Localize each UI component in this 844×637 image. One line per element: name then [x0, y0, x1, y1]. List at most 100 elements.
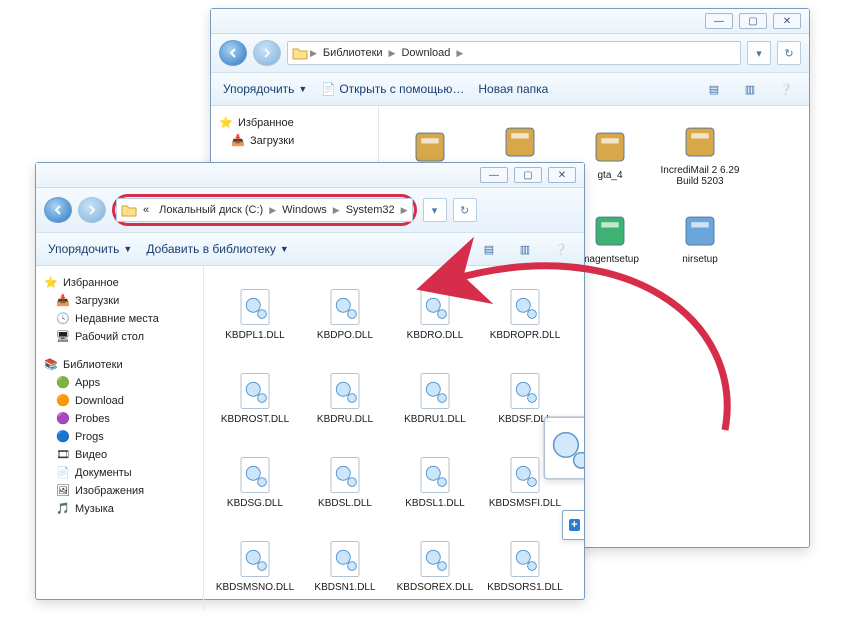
minimize-button[interactable]: — [705, 13, 733, 29]
file-item[interactable]: KBDROPR.DLL [480, 272, 570, 356]
help-icon[interactable]: ❔ [550, 239, 572, 259]
file-label: KBDSL1.DLL [405, 498, 464, 510]
sidebar-item-label: Рабочий стол [75, 331, 144, 343]
sidebar-item-library[interactable]: 🟢Apps [42, 374, 197, 392]
sidebar-item-label: Progs [75, 431, 104, 443]
sidebar-item-downloads[interactable]: 📥Загрузки [42, 292, 197, 310]
sidebar-item-library[interactable]: 🎞Видео [42, 446, 197, 464]
address-bar[interactable]: « Локальный диск (C:) ▶ Windows ▶ System… [116, 198, 413, 222]
sidebar-item-library[interactable]: 🔵Progs [42, 428, 197, 446]
maximize-button[interactable]: ▢ [514, 167, 542, 183]
file-label: KBDSOREX.DLL [397, 582, 474, 594]
file-item[interactable]: KBDSMSFI.DLL [480, 440, 570, 524]
file-item[interactable]: KBDRU.DLL [300, 356, 390, 440]
breadcrumb[interactable]: System32 [342, 204, 399, 216]
library-icon: 📚 [44, 358, 58, 372]
library-item-icon: 🖼 [56, 484, 70, 498]
file-list[interactable]: + Копировать в "System32" KBDPL1.DLLKBDP… [204, 266, 584, 610]
sidebar-item-desktop[interactable]: 🖥 Рабочий стол [42, 328, 197, 346]
address-row: « Локальный диск (C:) ▶ Windows ▶ System… [36, 188, 584, 233]
file-item[interactable]: KBDSG.DLL [210, 440, 300, 524]
close-button[interactable]: ✕ [548, 167, 576, 183]
nav-back-button[interactable] [44, 197, 72, 223]
maximize-button[interactable]: ▢ [739, 13, 767, 29]
organize-menu[interactable]: Упорядочить ▼ [48, 242, 132, 256]
sidebar-favorites[interactable]: ⭐ Избранное [217, 114, 372, 132]
library-item-icon: 🟣 [56, 412, 70, 426]
library-item-icon: 🟢 [56, 376, 70, 390]
sidebar-item-label: Музыка [75, 503, 114, 515]
sidebar-item-library[interactable]: 🎵 Музыка [42, 500, 197, 518]
download-icon: 📥 [56, 294, 70, 308]
file-label: gta_4 [597, 170, 622, 182]
sidebar-libraries[interactable]: 📚 Библиотеки [42, 356, 197, 374]
chevron-right-icon: ▶ [310, 48, 317, 59]
library-item-icon: 🟠 [56, 394, 70, 408]
close-button[interactable]: ✕ [773, 13, 801, 29]
sidebar-item-library[interactable]: 🖼Изображения [42, 482, 197, 500]
view-options-icon[interactable]: ▤ [478, 239, 500, 259]
file-item[interactable]: KBDSORS1.DLL [480, 524, 570, 608]
file-label: KBDSMSFI.DLL [489, 498, 561, 510]
sidebar-item-recent[interactable]: 🕓 Недавние места [42, 310, 197, 328]
file-item[interactable]: KBDSOREX.DLL [390, 524, 480, 608]
breadcrumb[interactable]: Windows [278, 204, 331, 216]
sidebar-item-library[interactable]: 🟣 Probes [42, 410, 197, 428]
file-item[interactable]: KBDPO.DLL [300, 272, 390, 356]
library-item-icon: 🎵 [56, 502, 70, 516]
nav-forward-button[interactable] [253, 40, 281, 66]
file-item[interactable]: KBDSF.DLL [480, 356, 570, 440]
file-item[interactable]: KBDRU1.DLL [390, 356, 480, 440]
nav-forward-button[interactable] [78, 197, 106, 223]
breadcrumb[interactable]: Библиотеки [319, 47, 387, 59]
refresh-button[interactable]: ↻ [453, 198, 477, 222]
refresh-button[interactable]: ↻ [777, 41, 801, 65]
preview-pane-icon[interactable]: ▥ [514, 239, 536, 259]
file-label: magentsetup [581, 254, 639, 266]
file-label: KBDPO.DLL [317, 330, 373, 342]
view-options-icon[interactable]: ▤ [703, 79, 725, 99]
file-item[interactable]: KBDSN1.DLL [300, 524, 390, 608]
file-item[interactable]: nirsetup [655, 196, 745, 280]
sidebar-favorites[interactable]: ⭐ Избранное [42, 274, 197, 292]
file-item[interactable]: KBDPL1.DLL [210, 272, 300, 356]
addr-dropdown-button[interactable]: ▾ [747, 41, 771, 65]
file-item[interactable]: IncrediMail 2 6.29 Build 5203 [655, 112, 745, 196]
sidebar-item-library[interactable]: 🟠Download [42, 392, 197, 410]
sidebar-item-label: Недавние места [75, 313, 159, 325]
file-label: KBDSORS1.DLL [487, 582, 563, 594]
breadcrumb[interactable]: Локальный диск (C:) [155, 204, 267, 216]
file-item[interactable]: KBDRO.DLL [390, 272, 480, 356]
address-bar[interactable]: ▶ Библиотеки ▶ Download ▶ [287, 41, 741, 65]
help-icon[interactable]: ❔ [775, 79, 797, 99]
sidebar-item-library[interactable]: 📄Документы [42, 464, 197, 482]
file-label: KBDRU.DLL [317, 414, 373, 426]
file-label: KBDSG.DLL [227, 498, 283, 510]
file-item[interactable]: KBDSL.DLL [300, 440, 390, 524]
organize-menu[interactable]: Упорядочить ▼ [223, 82, 307, 96]
explorer-window-system32: — ▢ ✕ « Локальный диск (C:) ▶ Windows ▶ … [35, 162, 585, 600]
window-body: ⭐ Избранное 📥Загрузки 🕓 Недавние места 🖥 Р… [36, 266, 584, 610]
new-folder-button[interactable]: Новая папка [478, 82, 548, 96]
titlebar: — ▢ ✕ [36, 163, 584, 188]
recent-icon: 🕓 [56, 312, 70, 326]
sidebar-item-label: Видео [75, 449, 107, 461]
add-to-library-menu[interactable]: Добавить в библиотеку ▼ [146, 242, 288, 256]
chevron-right-icon: ▶ [333, 205, 340, 216]
file-item[interactable]: KBDSMSNO.DLL [210, 524, 300, 608]
nav-back-button[interactable] [219, 40, 247, 66]
folder-icon [292, 46, 308, 60]
desktop-icon: 🖥 [56, 330, 70, 344]
sidebar-item-label: Probes [75, 413, 110, 425]
open-with-menu[interactable]: 📄Открыть с помощью… [321, 82, 464, 96]
chevron-down-icon: ▼ [280, 244, 289, 254]
addr-dropdown-button[interactable]: ▾ [423, 198, 447, 222]
sidebar-item-downloads[interactable]: 📥 Загрузки [217, 132, 372, 150]
file-item[interactable]: KBDSL1.DLL [390, 440, 480, 524]
preview-pane-icon[interactable]: ▥ [739, 79, 761, 99]
organize-label: Упорядочить [48, 242, 119, 256]
breadcrumb[interactable]: Download [397, 47, 454, 59]
download-icon: 📥 [231, 134, 245, 148]
minimize-button[interactable]: — [480, 167, 508, 183]
file-item[interactable]: KBDROST.DLL [210, 356, 300, 440]
